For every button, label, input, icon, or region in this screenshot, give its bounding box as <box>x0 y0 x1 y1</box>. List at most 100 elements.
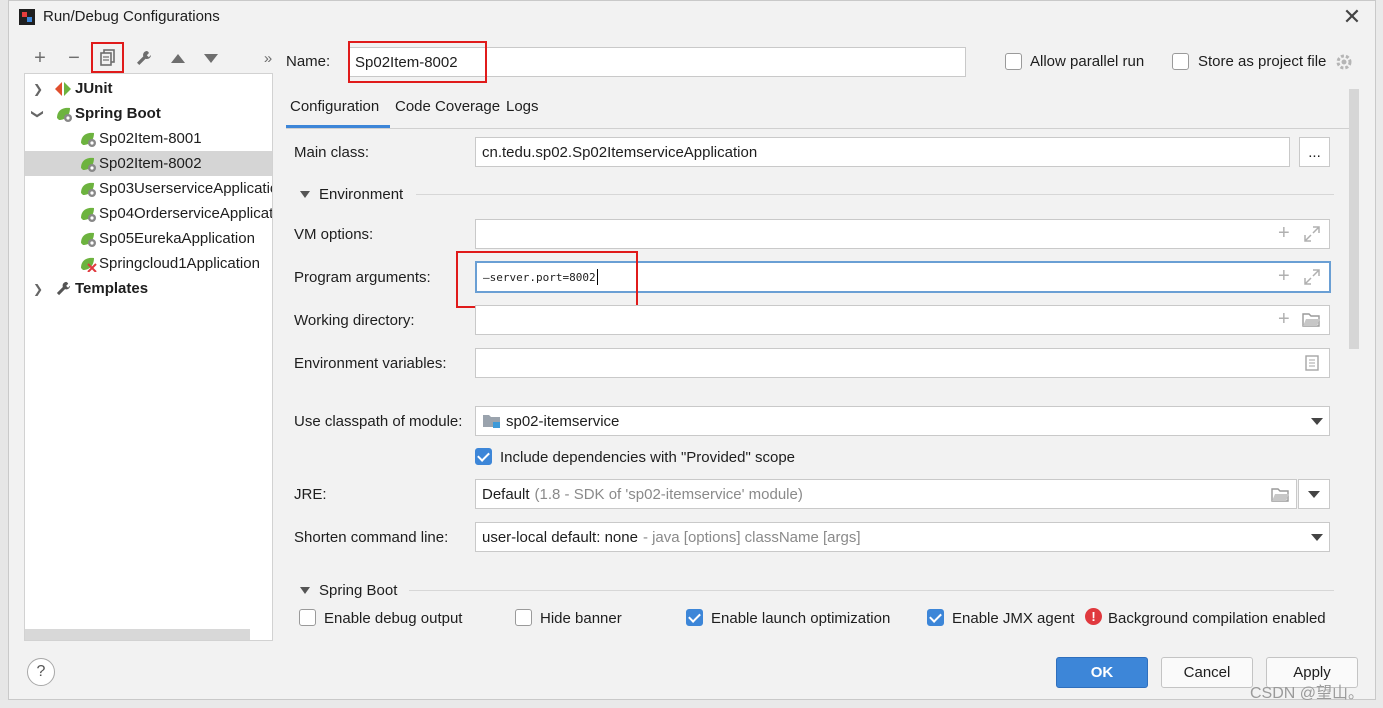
help-button[interactable]: ? <box>27 658 55 686</box>
background-ide-left <box>0 0 8 708</box>
jre-select[interactable]: Default (1.8 - SDK of 'sp02-itemservice'… <box>475 479 1297 509</box>
program-args-highlight-box <box>456 251 638 308</box>
name-label: Name: <box>286 53 331 70</box>
env-vars-label: Environment variables: <box>294 355 447 372</box>
program-args-label: Program arguments: <box>294 269 431 286</box>
chevron-right-icon[interactable]: ❯ <box>31 82 45 96</box>
expand-icon[interactable] <box>1304 269 1320 289</box>
gear-icon[interactable] <box>1335 53 1353 75</box>
shorten-select[interactable]: user-local default: none - java [options… <box>475 522 1330 552</box>
plus-icon[interactable]: + <box>1278 309 1290 329</box>
spring-boot-icon <box>55 106 73 122</box>
collapse-triangle-icon[interactable] <box>300 191 310 198</box>
spring-boot-section-title: Spring Boot <box>319 582 398 599</box>
close-icon[interactable]: ✕ <box>1339 4 1365 30</box>
vertical-scrollbar[interactable] <box>1349 89 1359 349</box>
more-toolbar-button[interactable]: » <box>255 45 281 71</box>
move-up-button[interactable] <box>165 45 191 71</box>
tree-item-sp05eureka[interactable]: Sp05EurekaApplication <box>25 226 272 251</box>
ellipsis-icon: ... <box>1308 143 1321 161</box>
tree-item-sp04orderservice[interactable]: Sp04OrderserviceApplicati <box>25 201 272 226</box>
hide-banner-checkbox[interactable] <box>515 609 532 626</box>
jre-dropdown-button[interactable] <box>1298 479 1330 509</box>
window-title: Run/Debug Configurations <box>43 8 220 25</box>
tree-item-sp02item-8002[interactable]: Sp02Item-8002 <box>25 151 272 176</box>
tree-item-junit[interactable]: ❯ JUnit <box>25 76 272 101</box>
jmx-agent-label: Enable JMX agent <box>952 610 1075 627</box>
tree-item-label: Sp02Item-8002 <box>99 155 202 172</box>
include-deps-checkbox[interactable] <box>475 448 492 465</box>
folder-icon[interactable] <box>1271 487 1290 502</box>
collapse-triangle-icon[interactable] <box>300 587 310 594</box>
chevron-down-icon <box>1311 417 1323 425</box>
browse-main-class-button[interactable]: ... <box>1299 137 1330 167</box>
debug-output-checkbox[interactable] <box>299 609 316 626</box>
vm-options-input[interactable] <box>475 219 1330 249</box>
run-debug-dialog: Run/Debug Configurations ✕ + − » ❯ JUnit… <box>8 0 1376 700</box>
shorten-value: user-local default: none <box>482 528 638 546</box>
jre-label: JRE: <box>294 486 327 503</box>
junit-icon <box>55 81 75 96</box>
tree-item-label: JUnit <box>75 80 113 97</box>
chevron-down-icon <box>1308 490 1320 498</box>
tab-code-coverage[interactable]: Code Coverage <box>395 98 500 128</box>
ok-label: OK <box>1090 664 1114 681</box>
tree-item-label: Sp05EurekaApplication <box>99 230 255 247</box>
tab-logs[interactable]: Logs <box>506 98 539 128</box>
store-project-checkbox[interactable] <box>1172 53 1189 70</box>
tree-item-spring-boot[interactable]: ❯ Spring Boot <box>25 101 272 126</box>
expand-icon[interactable] <box>1304 226 1320 246</box>
wrench-icon <box>55 280 75 297</box>
allow-parallel-label: Allow parallel run <box>1030 53 1145 70</box>
document-icon[interactable] <box>1305 355 1319 375</box>
chevron-right-icon[interactable]: ❯ <box>31 282 45 296</box>
copy-icon <box>99 49 115 66</box>
store-project-label: Store as project file <box>1198 53 1327 70</box>
cancel-button[interactable]: Cancel <box>1161 657 1253 688</box>
tree-item-label: Spring Boot <box>75 105 161 122</box>
plus-icon[interactable]: + <box>1278 266 1290 286</box>
tree-item-label: Sp02Item-8001 <box>99 130 202 147</box>
env-vars-input[interactable] <box>475 348 1330 378</box>
cancel-label: Cancel <box>1183 664 1231 681</box>
debug-output-label: Enable debug output <box>324 610 463 627</box>
jre-detail: (1.8 - SDK of 'sp02-itemservice' module) <box>534 485 803 503</box>
add-config-button[interactable]: + <box>27 45 53 71</box>
tree-item-templates[interactable]: ❯ Templates <box>25 276 272 301</box>
move-down-button[interactable] <box>198 45 224 71</box>
wrench-icon <box>137 51 151 65</box>
chevron-down-icon[interactable]: ❯ <box>31 107 45 121</box>
copy-config-button[interactable] <box>91 42 124 73</box>
background-ide-right <box>1376 0 1383 708</box>
title-bar: Run/Debug Configurations ✕ <box>9 1 1375 35</box>
classpath-select[interactable]: sp02-itemservice <box>475 406 1330 436</box>
jre-value: Default <box>482 485 530 503</box>
tree-item-label: Sp04OrderserviceApplicati <box>99 205 272 222</box>
working-dir-label: Working directory: <box>294 312 415 329</box>
tab-separator <box>286 128 1350 129</box>
folder-icon[interactable] <box>1302 312 1321 331</box>
tree-item-sp03userservice[interactable]: Sp03UserserviceApplicatio <box>25 176 272 201</box>
classpath-value: sp02-itemservice <box>506 412 620 430</box>
working-dir-input[interactable] <box>475 305 1330 335</box>
jmx-agent-checkbox[interactable] <box>927 609 944 626</box>
spring-boot-icon <box>79 181 97 197</box>
ok-button[interactable]: OK <box>1056 657 1148 688</box>
tree-item-sp02item-8001[interactable]: Sp02Item-8001 <box>25 126 272 151</box>
launch-optimization-checkbox[interactable] <box>686 609 703 626</box>
edit-templates-button[interactable] <box>131 45 157 71</box>
spring-boot-icon <box>79 131 97 147</box>
shorten-detail: - java [options] className [args] <box>642 528 861 546</box>
remove-config-button[interactable]: − <box>61 45 87 71</box>
triangle-up-icon <box>171 53 185 63</box>
tree-item-springcloud1[interactable]: Springcloud1Application <box>25 251 272 276</box>
name-highlight-box <box>348 41 487 83</box>
tab-configuration[interactable]: Configuration <box>290 98 379 128</box>
vm-options-label: VM options: <box>294 226 374 243</box>
tree-item-label: Springcloud1Application <box>99 255 260 272</box>
tree-horizontal-scrollbar[interactable] <box>25 629 250 640</box>
error-icon: ! <box>1085 608 1102 625</box>
main-class-input[interactable]: cn.tedu.sp02.Sp02ItemserviceApplication <box>475 137 1290 167</box>
allow-parallel-checkbox[interactable] <box>1005 53 1022 70</box>
plus-icon[interactable]: + <box>1278 223 1290 243</box>
